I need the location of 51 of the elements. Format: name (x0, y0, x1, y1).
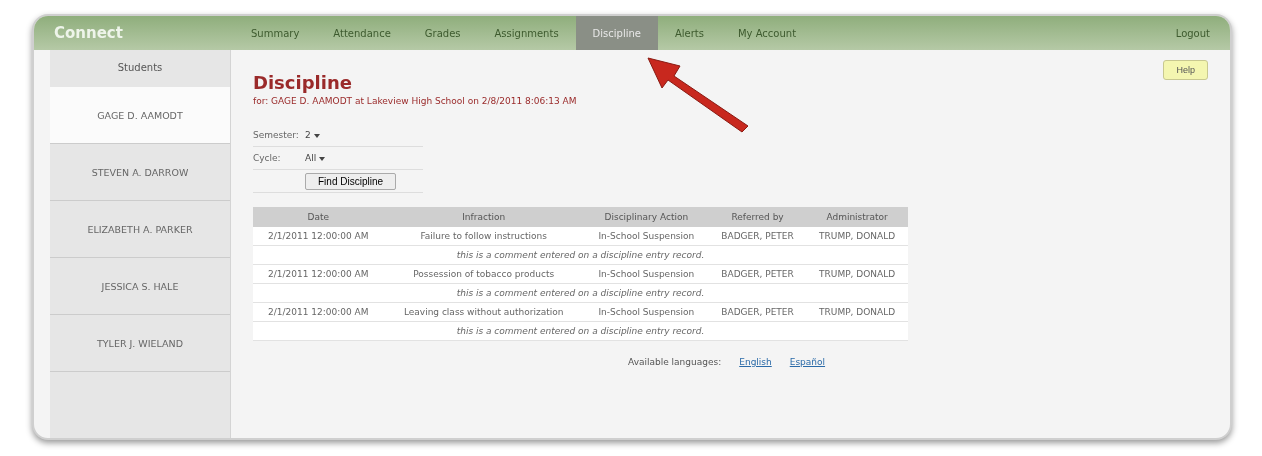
comment-cell: this is a comment entered on a discipline entry record. (253, 283, 908, 303)
student-item[interactable]: STEVEN A. DARROW (50, 144, 230, 201)
comment-cell: this is a comment entered on a discipline entry record. (253, 245, 908, 265)
table-cell: 2/1/2011 12:00:00 AM (253, 227, 384, 246)
caret-icon (313, 134, 320, 138)
filter-dropdown[interactable]: 2 (305, 130, 320, 140)
nav-tab[interactable]: Grades (407, 16, 478, 50)
language-link[interactable]: English (739, 357, 772, 367)
nav-tab[interactable]: Discipline (575, 16, 658, 50)
languages-label: Available languages: (628, 357, 722, 367)
table-cell: Possession of tobacco products (383, 264, 584, 284)
table-cell: TRUMP, DONALD (806, 264, 908, 284)
table-cell: TRUMP, DONALD (806, 227, 908, 246)
table-cell: BADGER, PETER (708, 264, 807, 284)
nav-tab[interactable]: My Account (720, 16, 814, 50)
nav-tab[interactable]: Assignments (477, 16, 576, 50)
table-cell: TRUMP, DONALD (806, 302, 908, 322)
student-item[interactable]: ELIZABETH A. PARKER (50, 201, 230, 258)
filter-label: Semester: (253, 130, 300, 140)
student-item[interactable]: TYLER J. WIELAND (50, 315, 230, 372)
comment-cell: this is a comment entered on a discipline entry record. (253, 321, 908, 341)
table-cell: In-School Suspension (583, 264, 709, 284)
student-item[interactable]: GAGE D. AAMODT (50, 87, 230, 144)
table-cell: In-School Suspension (583, 227, 709, 246)
column-header: Disciplinary Action (583, 207, 709, 227)
table-cell: Leaving class without authorization (383, 302, 584, 322)
column-header: Referred by (708, 207, 807, 227)
column-header: Infraction (383, 207, 584, 227)
column-header: Administrator (806, 207, 908, 227)
sidebar-title: Students (116, 61, 164, 75)
nav-tab[interactable]: Attendance (316, 16, 408, 50)
table-cell: In-School Suspension (583, 302, 709, 322)
logout-link[interactable]: Logout (1175, 27, 1210, 39)
nav-tab[interactable]: Summary (234, 16, 317, 50)
student-item[interactable]: JESSICA S. HALE (50, 258, 230, 315)
help-button[interactable]: Help (1163, 60, 1208, 80)
find-discipline-button[interactable]: Find Discipline (305, 172, 397, 190)
table-cell: 2/1/2011 12:00:00 AM (253, 264, 384, 284)
caret-icon (319, 157, 326, 161)
table-cell: Failure to follow instructions (383, 227, 584, 246)
table-cell: BADGER, PETER (708, 227, 807, 246)
nav-tab[interactable]: Alerts (657, 16, 721, 50)
filter-dropdown[interactable]: All (305, 153, 326, 163)
page-subtitle: for: GAGE D. AAMODT at Lakeview High School on 2/8/2011 8:06:13 AM (253, 96, 577, 106)
table-cell: BADGER, PETER (708, 302, 807, 322)
filter-label: Cycle: (253, 153, 282, 163)
page-title: Discipline (253, 72, 353, 93)
table-cell: 2/1/2011 12:00:00 AM (253, 302, 384, 322)
language-link[interactable]: Español (789, 357, 826, 367)
logo: Connect (54, 24, 124, 42)
column-header: Date (253, 207, 384, 227)
